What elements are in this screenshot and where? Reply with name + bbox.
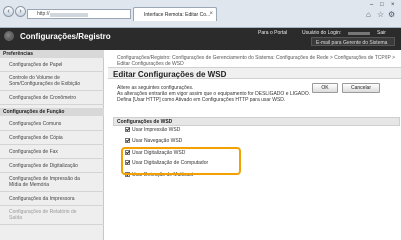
browser-tab[interactable]: Interface Remota: Editar Co... × <box>133 7 217 21</box>
tab-close-icon[interactable]: × <box>209 11 213 17</box>
close-window-icon[interactable]: × <box>391 2 395 8</box>
highlight-frame <box>121 147 241 175</box>
sidebar-item-label: Configurações de Cópia <box>9 135 63 141</box>
sidebar: Preferências Configurações de Papel Cont… <box>0 50 104 240</box>
wsd-section-header: Configurações de WSD <box>113 117 400 126</box>
sidebar-item-timer[interactable]: Configurações de Cronômetro <box>0 91 104 105</box>
sidebar-item-memory-media[interactable]: Configurações de Impressão da Mídia de M… <box>0 173 104 192</box>
sidebar-item-label: Mídia de Memória <box>9 182 50 188</box>
info-message: Altere as seguintes configurações. As al… <box>117 85 317 103</box>
breadcrumb: Configurações/Registro: Configurações de… <box>117 55 396 67</box>
email-admin-label: E-mail para Gerente do Sistema <box>316 40 388 46</box>
sidebar-item-label: Configurações de Fax <box>9 149 58 155</box>
portal-link[interactable]: Para o Portal <box>258 30 287 36</box>
wsd-browsing-checkbox[interactable] <box>125 138 130 143</box>
section-title: Configurações de WSD <box>117 119 173 125</box>
sidebar-item-scan[interactable]: Configurações de Digitalização <box>0 159 104 173</box>
back-arrow-icon[interactable]: ‹ <box>3 6 14 17</box>
tab-title: Interface Remota: Editar Co... <box>144 12 211 18</box>
address-bar[interactable]: http:// <box>27 9 131 19</box>
sidebar-item-label: Saída <box>9 215 23 221</box>
address-redacted <box>50 13 88 17</box>
gear-icon[interactable]: ⚙ <box>388 11 396 19</box>
sidebar-item-common[interactable]: Configurações Comuns <box>0 117 104 131</box>
sidebar-item-fax[interactable]: Configurações de Fax <box>0 145 104 159</box>
maximize-icon[interactable]: □ <box>380 2 384 8</box>
main-content: Configurações/Registro: Configurações de… <box>108 50 401 240</box>
sidebar-item-label: Configurações Comuns <box>9 121 62 127</box>
sidebar-heading-functions: Configurações de Função <box>0 108 104 116</box>
sidebar-heading-preferences: Preferências <box>0 50 104 58</box>
option-label: Usar Impressão WSD <box>132 127 181 133</box>
wsd-printing-checkbox[interactable] <box>125 127 130 132</box>
sidebar-item-paper[interactable]: Configurações de Papel <box>0 58 104 72</box>
sidebar-item-report-output[interactable]: Configurações de Relatório de Saída <box>0 206 104 225</box>
minimize-icon[interactable]: – <box>370 2 373 8</box>
star-icon[interactable]: ☆ <box>377 11 385 19</box>
login-user-label: Usuário do Login: <box>302 30 342 36</box>
info-line: Defina [Usar HTTP] como Ativado em Confi… <box>117 97 286 103</box>
sidebar-item-label: Configurações de Cronômetro <box>9 95 76 101</box>
settings-globe-icon <box>4 31 14 41</box>
sidebar-item-copy[interactable]: Configurações de Cópia <box>0 131 104 145</box>
address-text: http:// <box>37 11 50 17</box>
ok-button[interactable]: OK <box>312 83 338 93</box>
email-admin-button[interactable]: E-mail para Gerente do Sistema <box>311 37 395 46</box>
app-title: Configurações/Registro <box>20 32 111 41</box>
page-title-bar: Editar Configurações de WSD <box>108 67 401 79</box>
sidebar-item-volume-display[interactable]: Controle do Volume de Som/Configurações … <box>0 72 104 91</box>
sidebar-item-printer[interactable]: Configurações da Impressora <box>0 192 104 206</box>
option-label: Usar Navegação WSD <box>132 138 183 144</box>
browser-toolbar: ‹ › http:// Interface Remota: Editar Co.… <box>0 0 401 28</box>
username-redacted <box>348 32 370 35</box>
page-title: Editar Configurações de WSD <box>113 70 227 79</box>
sidebar-item-label: Som/Configurações de Exibição <box>9 81 81 87</box>
logout-link[interactable]: Sair <box>377 30 386 36</box>
sidebar-item-label: Configurações de Digitalização <box>9 163 78 169</box>
sidebar-item-label: Configurações de Papel <box>9 62 63 68</box>
sidebar-item-label: Configurações da Impressora <box>9 196 75 202</box>
home-icon[interactable]: ⌂ <box>366 11 374 19</box>
forward-arrow-icon[interactable]: › <box>15 6 26 17</box>
cancel-button[interactable]: Cancelar <box>342 83 380 93</box>
